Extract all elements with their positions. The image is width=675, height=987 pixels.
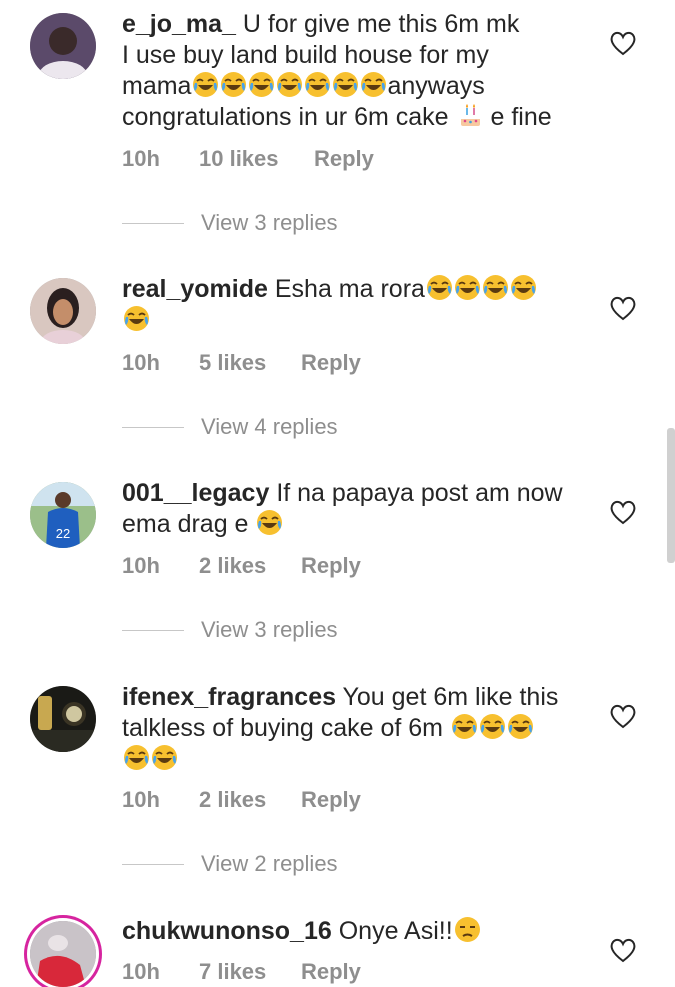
laugh-emoji-icon	[220, 71, 248, 98]
divider	[122, 223, 184, 224]
divider	[122, 864, 184, 865]
heart-icon[interactable]	[609, 30, 637, 56]
comment-text: You get 6m like this	[342, 683, 559, 711]
comment-body: e_jo_ma_ U for give me this 6m mk I use …	[122, 9, 592, 133]
svg-text:22: 22	[56, 526, 70, 541]
laugh-emoji-icon	[360, 71, 388, 98]
view-replies-label[interactable]: View 2 replies	[201, 851, 338, 877]
view-replies-label[interactable]: View 3 replies	[201, 210, 338, 236]
comment-time: 10h	[122, 146, 160, 171]
scrollbar[interactable]	[667, 428, 675, 563]
heart-icon[interactable]	[609, 937, 637, 963]
comment-text: mama	[122, 72, 192, 100]
comment-time: 10h	[122, 787, 160, 812]
laugh-emoji-icon	[123, 744, 150, 771]
comment-time: 10h	[122, 959, 160, 984]
likes-count[interactable]: 10 likes	[199, 146, 279, 172]
comment-text: talkless of buying cake of 6m	[122, 714, 443, 742]
view-replies-label[interactable]: View 3 replies	[201, 617, 338, 643]
laugh-emoji-icon	[123, 305, 150, 332]
cake-emoji-icon	[457, 102, 484, 129]
laugh-emoji-icon	[426, 274, 453, 301]
laugh-emoji-icon	[507, 713, 534, 740]
comment-text: Esha ma rora	[274, 275, 425, 303]
comment-body: 001__legacy If na papaya post am now ema…	[122, 478, 592, 540]
comment-text: e fine	[490, 103, 552, 131]
reply-button[interactable]: Reply	[314, 146, 374, 172]
laugh-emoji-icon	[151, 744, 178, 771]
comment-time: 10h	[122, 553, 160, 578]
laugh-emoji-icon	[510, 274, 537, 301]
avatar[interactable]	[30, 921, 96, 987]
comment-text: If na papaya post am now	[276, 479, 563, 507]
laugh-emoji-icon	[451, 713, 478, 740]
comment-time: 10h	[122, 350, 160, 375]
comment-text: U for give me this 6m mk	[242, 10, 520, 38]
reply-button[interactable]: Reply	[301, 553, 361, 579]
comment-body: real_yomide Esha ma rora	[122, 274, 592, 336]
avatar[interactable]	[30, 686, 96, 752]
unamused-emoji-icon	[453, 916, 481, 943]
laugh-emoji-icon	[482, 274, 509, 301]
divider	[122, 630, 184, 631]
likes-count[interactable]: 2 likes	[199, 553, 266, 579]
laugh-emoji-icon	[276, 71, 304, 98]
comment-text: congratulations in ur 6m cake	[122, 103, 449, 131]
comment-text: anyways	[387, 72, 485, 100]
comment-body: ifenex_fragrances You get 6m like this t…	[122, 682, 592, 775]
laugh-emoji-icon	[192, 71, 220, 98]
laugh-emoji-icon	[248, 71, 276, 98]
comment-username[interactable]: ifenex_fragrances	[122, 683, 336, 711]
divider	[122, 427, 184, 428]
laugh-emoji-icon	[332, 71, 360, 98]
comment-body: chukwunonso_16 Onye Asi!!	[122, 916, 592, 947]
comment-username[interactable]: chukwunonso_16	[122, 917, 332, 945]
avatar[interactable]	[30, 13, 96, 79]
reply-button[interactable]: Reply	[301, 959, 361, 985]
view-replies-label[interactable]: View 4 replies	[201, 414, 338, 440]
comment-username[interactable]: 001__legacy	[122, 479, 269, 507]
heart-icon[interactable]	[609, 703, 637, 729]
comment-text: I use buy land build house for my	[122, 41, 489, 69]
likes-count[interactable]: 2 likes	[199, 787, 266, 813]
reply-button[interactable]: Reply	[301, 350, 361, 376]
comment-username[interactable]: e_jo_ma_	[122, 10, 236, 38]
comment-username[interactable]: real_yomide	[122, 275, 268, 303]
heart-icon[interactable]	[609, 295, 637, 321]
comment-text: ema drag e	[122, 510, 249, 538]
heart-icon[interactable]	[609, 499, 637, 525]
comment-text: Onye Asi!!	[338, 917, 453, 945]
avatar[interactable]: 22	[30, 482, 96, 548]
reply-button[interactable]: Reply	[301, 787, 361, 813]
laugh-emoji-icon	[256, 509, 284, 536]
laugh-emoji-icon	[304, 71, 332, 98]
laugh-emoji-icon	[479, 713, 506, 740]
avatar[interactable]	[30, 278, 96, 344]
likes-count[interactable]: 7 likes	[199, 959, 266, 985]
laugh-emoji-icon	[454, 274, 481, 301]
likes-count[interactable]: 5 likes	[199, 350, 266, 376]
